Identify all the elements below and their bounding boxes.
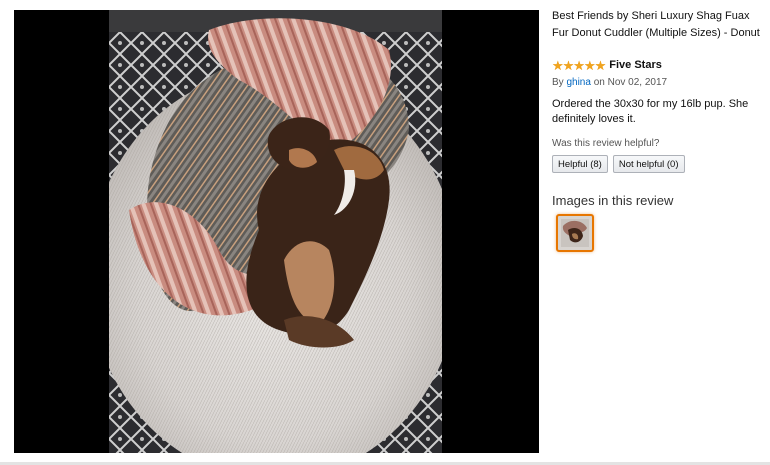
product-title[interactable]: Best Friends by Sheri Luxury Shag Fuax F…	[552, 8, 768, 42]
review-body: Ordered the 30x30 for my 16lb pup. She d…	[552, 98, 749, 125]
star-rating-icon[interactable]: ★★★★★	[552, 59, 606, 72]
date-prefix: on	[590, 77, 608, 88]
helpful-question: Was this review helpful?	[552, 138, 660, 149]
author-link[interactable]: ghina	[566, 77, 590, 88]
images-heading: Images in this review	[552, 193, 674, 208]
review-photo[interactable]	[109, 10, 442, 453]
review-date: Nov 02, 2017	[607, 77, 668, 88]
review-panel: Best Friends by Sheri Luxury Shag Fuax F…	[552, 8, 768, 252]
dog-on-fur-bed-image	[109, 10, 442, 453]
byline-prefix: By	[552, 77, 567, 88]
review-image-thumbnail[interactable]	[556, 214, 594, 252]
review-header: ★★★★★ Five Stars	[552, 58, 768, 72]
helpful-button[interactable]: Helpful (8)	[552, 155, 608, 173]
helpful-buttons: Helpful (8) Not helpful (0)	[552, 155, 768, 173]
image-viewer	[14, 10, 539, 453]
thumbnail-image	[558, 216, 592, 250]
review-title[interactable]: Five Stars	[609, 59, 662, 71]
not-helpful-button[interactable]: Not helpful (0)	[612, 155, 685, 173]
review-byline: By ghina on Nov 02, 2017	[552, 76, 768, 89]
